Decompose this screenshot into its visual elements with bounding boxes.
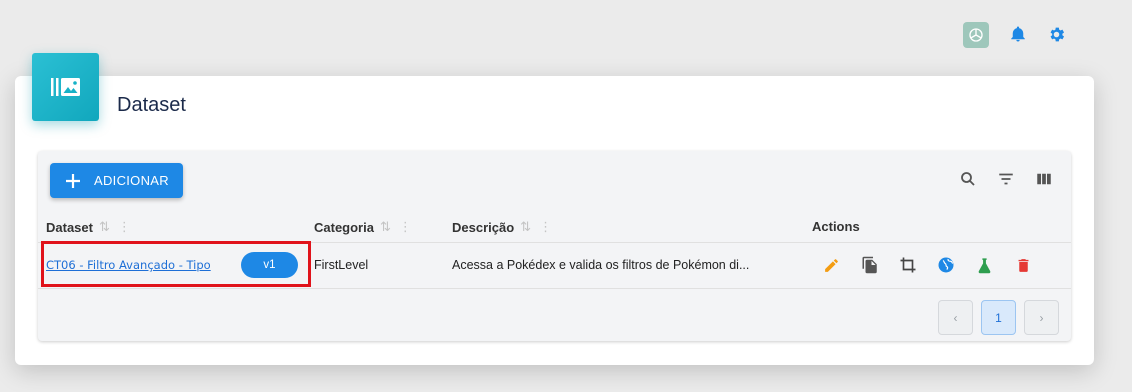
next-page-button[interactable]: ›	[1024, 300, 1059, 335]
crop-icon[interactable]	[897, 254, 919, 276]
add-button[interactable]: ADICIONAR	[50, 163, 183, 198]
gear-icon[interactable]	[1045, 23, 1067, 45]
column-header-actions: Actions	[812, 219, 860, 234]
delete-icon[interactable]	[1012, 254, 1034, 276]
add-button-label: ADICIONAR	[94, 173, 169, 188]
dataset-library-icon	[32, 53, 99, 121]
search-icon[interactable]	[957, 168, 979, 190]
globe-icon[interactable]	[935, 254, 957, 276]
header-divider	[38, 242, 1071, 243]
table-panel	[38, 151, 1071, 341]
columns-icon[interactable]	[1033, 168, 1055, 190]
plus-icon	[66, 173, 80, 188]
dataset-link[interactable]: CT06 - Filtro Avançado - Tipo	[46, 258, 211, 272]
filter-icon[interactable]	[995, 168, 1017, 190]
flask-icon[interactable]	[973, 254, 995, 276]
openai-icon[interactable]	[963, 22, 989, 48]
prev-page-button[interactable]: ‹	[938, 300, 973, 335]
sort-icon[interactable]: ⇅	[99, 219, 110, 235]
copy-icon[interactable]	[859, 254, 881, 276]
column-menu-icon[interactable]: ⋮	[118, 219, 131, 235]
sort-icon[interactable]: ⇅	[520, 219, 531, 235]
page-title: Dataset	[117, 94, 186, 116]
column-header-dataset[interactable]: Dataset ⇅ ⋮	[46, 219, 131, 235]
column-menu-icon[interactable]: ⋮	[399, 219, 412, 235]
version-badge[interactable]: v1	[241, 252, 298, 278]
column-header-descricao[interactable]: Descrição ⇅ ⋮	[452, 219, 552, 235]
row-divider	[38, 288, 1071, 289]
page-1-button[interactable]: 1	[981, 300, 1016, 335]
sort-icon[interactable]: ⇅	[380, 219, 391, 235]
column-header-categoria[interactable]: Categoria ⇅ ⋮	[314, 219, 412, 235]
edit-icon[interactable]	[820, 254, 842, 276]
bell-icon[interactable]	[1007, 23, 1029, 45]
column-menu-icon[interactable]: ⋮	[539, 219, 552, 235]
descricao-cell: Acessa a Pokédex e valida os filtros de …	[452, 258, 750, 272]
categoria-cell: FirstLevel	[314, 258, 369, 272]
